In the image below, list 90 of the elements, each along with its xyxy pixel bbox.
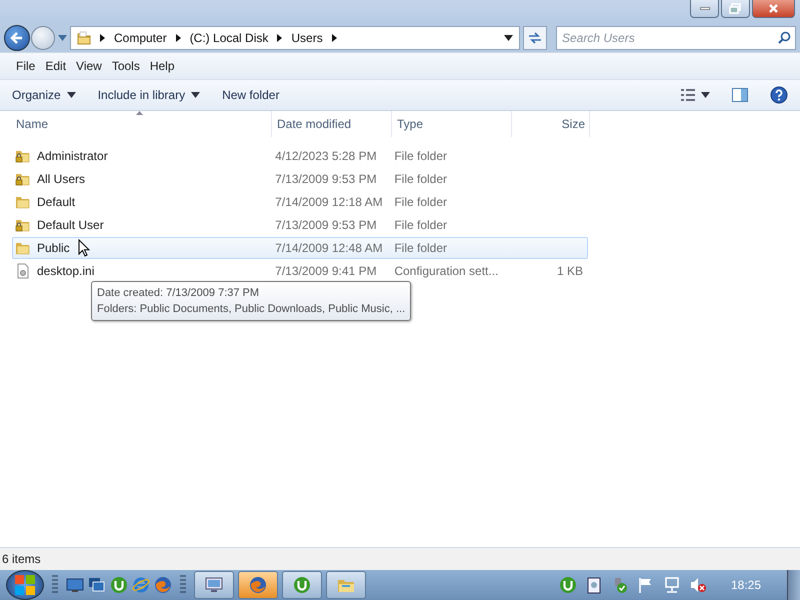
desktop-icon[interactable] xyxy=(66,576,84,594)
breadcrumb[interactable]: (C:) Local Disk xyxy=(190,31,268,45)
menu-item[interactable]: Tools xyxy=(110,57,142,75)
file-row[interactable]: Default 7/14/2009 12:18 AM File folder xyxy=(12,191,588,213)
chevron-icon[interactable] xyxy=(99,33,106,43)
date-modified: 7/13/2009 9:53 PM xyxy=(275,172,377,186)
file-row[interactable]: Administrator 4/12/2023 5:28 PM File folder xyxy=(12,145,588,167)
close-button[interactable] xyxy=(752,0,795,18)
start-button[interactable] xyxy=(6,570,44,600)
restore-icon xyxy=(727,2,744,15)
menu-item[interactable]: Help xyxy=(148,57,177,75)
file-type: File folder xyxy=(394,241,448,255)
file-type: File folder xyxy=(394,149,448,163)
torrent-icon[interactable] xyxy=(558,576,577,594)
file-size: 1 KB xyxy=(556,264,583,278)
date-modified: 7/13/2009 9:53 PM xyxy=(275,218,377,232)
chevron-icon[interactable] xyxy=(330,33,338,43)
folder-icon xyxy=(15,194,31,210)
taskbar-button[interactable] xyxy=(238,571,278,599)
network-icon[interactable] xyxy=(662,576,681,594)
file-row[interactable]: Default User 7/13/2009 9:53 PM File folder xyxy=(12,214,588,236)
chevron-icon[interactable] xyxy=(276,33,284,43)
toolbar-button[interactable]: Organize xyxy=(8,85,80,105)
file-type: File folder xyxy=(394,172,448,186)
address-bar[interactable]: Computer (C:) Local Disk Users xyxy=(70,26,520,50)
mouse-cursor xyxy=(78,239,90,257)
folder-icon xyxy=(77,31,91,45)
menu-item[interactable]: Edit xyxy=(43,57,68,75)
show-desktop-button[interactable] xyxy=(787,570,800,600)
preview-pane-icon xyxy=(732,88,748,102)
file-type: File folder xyxy=(394,195,448,209)
tooltip: Date created: 7/13/2009 7:37 PM Folders: Public Documents, Public Downloads, Public Music, ... xyxy=(91,281,412,321)
taskbar-button[interactable] xyxy=(194,571,234,599)
locked-folder-icon xyxy=(15,171,31,187)
torrent-icon[interactable] xyxy=(110,576,128,594)
windows-icon[interactable] xyxy=(88,576,106,594)
file-name[interactable]: Default xyxy=(37,195,76,209)
locked-folder-icon xyxy=(15,217,31,233)
chevron-icon[interactable] xyxy=(174,33,182,43)
restore-button[interactable] xyxy=(721,0,750,18)
remote-desktop-icon xyxy=(205,576,223,594)
back-button[interactable] xyxy=(4,25,30,51)
sort-arrow-icon xyxy=(136,111,143,115)
folder-icon xyxy=(15,240,31,256)
left-arrow-icon xyxy=(9,30,25,46)
column-header[interactable]: Date modified xyxy=(272,111,392,137)
clipboard-icon[interactable] xyxy=(584,576,603,594)
menu-item[interactable]: View xyxy=(74,57,104,75)
details-view-icon xyxy=(681,89,695,101)
caret-icon xyxy=(701,92,710,98)
taskbar-button[interactable] xyxy=(326,571,366,599)
date-modified: 7/13/2009 9:41 PM xyxy=(275,264,377,278)
refresh-button[interactable] xyxy=(523,26,547,50)
toolbar-button[interactable]: Include in library xyxy=(94,85,204,105)
globe-fox-icon xyxy=(249,576,267,594)
file-row[interactable]: Public 7/14/2009 12:48 AM File folder xyxy=(12,237,588,259)
globe-fox-icon[interactable] xyxy=(154,576,172,594)
file-row[interactable]: All Users 7/13/2009 9:53 PM File folder xyxy=(12,168,588,190)
minimize-icon xyxy=(700,7,710,10)
refresh-icon xyxy=(527,31,543,45)
column-header[interactable]: Type xyxy=(392,111,512,137)
date-modified: 7/14/2009 12:18 AM xyxy=(275,195,383,209)
help-icon xyxy=(770,86,788,104)
breadcrumb[interactable]: Users xyxy=(291,31,323,45)
file-name[interactable]: Public xyxy=(37,241,70,255)
locked-folder-icon xyxy=(15,148,31,164)
file-row[interactable]: desktop.ini 7/13/2009 9:41 PM Configuration sett... 1 KB xyxy=(12,260,588,282)
file-type: Configuration sett... xyxy=(394,264,498,278)
file-name[interactable]: desktop.ini xyxy=(37,264,94,278)
taskbar-button[interactable] xyxy=(282,571,322,599)
file-name[interactable]: Administrator xyxy=(37,149,108,163)
torrent-icon xyxy=(293,576,311,594)
column-header[interactable]: Size xyxy=(512,111,590,137)
settings-file-icon xyxy=(15,263,31,279)
search-icon xyxy=(778,31,791,44)
file-type: File folder xyxy=(394,218,448,232)
windows-logo-icon xyxy=(15,575,35,595)
menu-item[interactable]: File xyxy=(14,57,38,75)
date-modified: 7/14/2009 12:48 AM xyxy=(275,241,383,255)
search-field[interactable]: Search Users xyxy=(556,26,796,50)
caret-icon[interactable] xyxy=(504,35,513,41)
breadcrumb[interactable]: Computer xyxy=(114,31,167,45)
column-header[interactable]: Name xyxy=(0,111,272,137)
item-count: 6 items xyxy=(2,552,41,566)
muted-speaker-icon[interactable] xyxy=(688,576,707,594)
file-name[interactable]: All Users xyxy=(37,172,86,186)
minimize-button[interactable] xyxy=(690,0,719,18)
toolbar-button[interactable]: New folder xyxy=(218,85,284,105)
date-modified: 4/12/2023 5:28 PM xyxy=(275,149,377,163)
file-name[interactable]: Default User xyxy=(37,218,104,232)
